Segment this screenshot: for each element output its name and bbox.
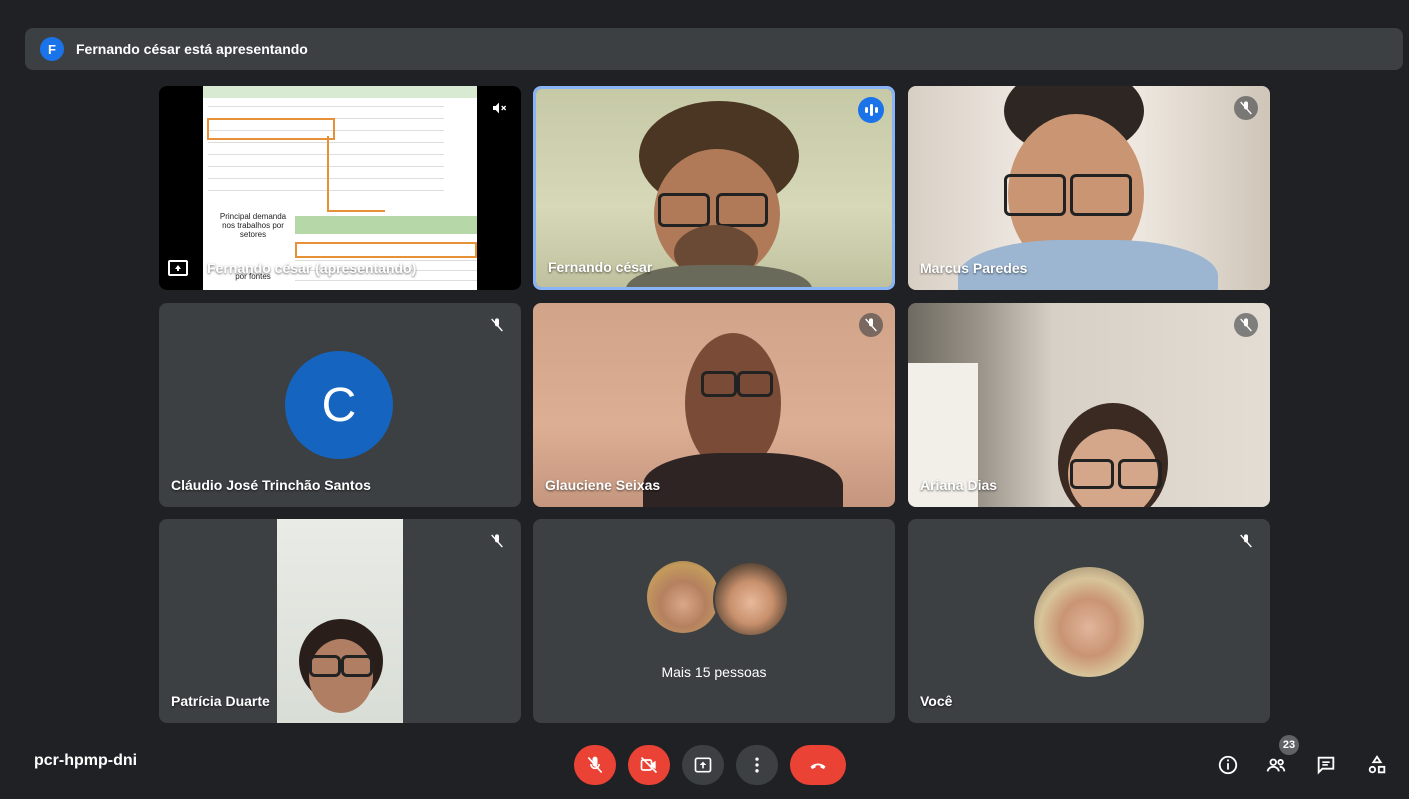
- avatar: [1034, 567, 1144, 677]
- presenting-text: Fernando césar está apresentando: [76, 41, 308, 57]
- participant-tile-claudio[interactable]: C Cláudio José Trinchão Santos: [159, 303, 521, 507]
- slide-caption-main: Principal demanda nos trabalhos por seto…: [219, 212, 287, 239]
- present-screen-icon: [694, 757, 712, 773]
- participants-count-badge: 23: [1279, 735, 1299, 755]
- camera-off-button[interactable]: [628, 745, 670, 785]
- mic-off-icon: [587, 756, 603, 774]
- chat-icon: [1317, 756, 1335, 775]
- participant-tile-glauciene[interactable]: Glauciene Seixas: [533, 303, 895, 507]
- activities-icon: [1368, 755, 1386, 774]
- mic-muted-icon: [1234, 96, 1258, 120]
- participant-name: Glauciene Seixas: [545, 477, 661, 493]
- more-participants-label: Mais 15 pessoas: [661, 664, 767, 680]
- participant-name: Ariana Dias: [920, 477, 998, 493]
- participant-name: Fernando césar (apresentando): [207, 260, 417, 276]
- presenting-banner: F Fernando césar está apresentando: [25, 28, 1403, 70]
- activities-button[interactable]: [1363, 751, 1391, 779]
- meeting-code[interactable]: pcr-hpmp-dni: [34, 752, 137, 770]
- mic-muted-icon: [485, 313, 509, 337]
- mic-muted-icon: [1234, 313, 1258, 337]
- participant-thumbnail: [713, 561, 789, 637]
- more-vert-icon: [755, 757, 759, 773]
- avatar: C: [285, 351, 393, 459]
- hang-up-icon: [810, 763, 826, 770]
- participant-name: Cláudio José Trinchão Santos: [171, 477, 371, 493]
- participant-name: Você: [920, 693, 953, 709]
- mic-muted-icon: [859, 313, 883, 337]
- more-options-button[interactable]: [736, 745, 778, 785]
- mic-off-button[interactable]: [574, 745, 616, 785]
- participant-name: Marcus Paredes: [920, 260, 1028, 276]
- participant-tile-marcus[interactable]: Marcus Paredes: [908, 86, 1270, 290]
- participant-thumbnail: [647, 561, 719, 633]
- show-everyone-button[interactable]: [1262, 751, 1290, 779]
- mic-muted-icon: [1234, 529, 1258, 553]
- info-icon: [1218, 755, 1238, 775]
- presenter-avatar: F: [40, 37, 64, 61]
- people-icon: [1266, 758, 1286, 772]
- participant-name: Patrícia Duarte: [171, 693, 270, 709]
- participant-tile-patricia[interactable]: Patrícia Duarte: [159, 519, 521, 723]
- more-participants-tile[interactable]: Mais 15 pessoas: [533, 519, 895, 723]
- chat-button[interactable]: [1312, 751, 1340, 779]
- presentation-tile[interactable]: Principal demanda nos trabalhos por seto…: [159, 86, 521, 290]
- participant-name: Fernando césar: [548, 259, 653, 275]
- speaker-muted-icon: [487, 96, 511, 120]
- speaking-indicator-icon: [858, 97, 884, 123]
- present-now-button[interactable]: [682, 745, 724, 785]
- leave-call-button[interactable]: [790, 745, 846, 785]
- meeting-details-button[interactable]: [1214, 751, 1242, 779]
- self-view-tile[interactable]: Você: [908, 519, 1270, 723]
- participant-tile-fernando[interactable]: Fernando césar: [533, 86, 895, 290]
- participant-tile-ariana[interactable]: Ariana Dias: [908, 303, 1270, 507]
- mic-muted-icon: [485, 529, 509, 553]
- presentation-icon: [168, 260, 188, 276]
- camera-off-icon: [640, 756, 658, 774]
